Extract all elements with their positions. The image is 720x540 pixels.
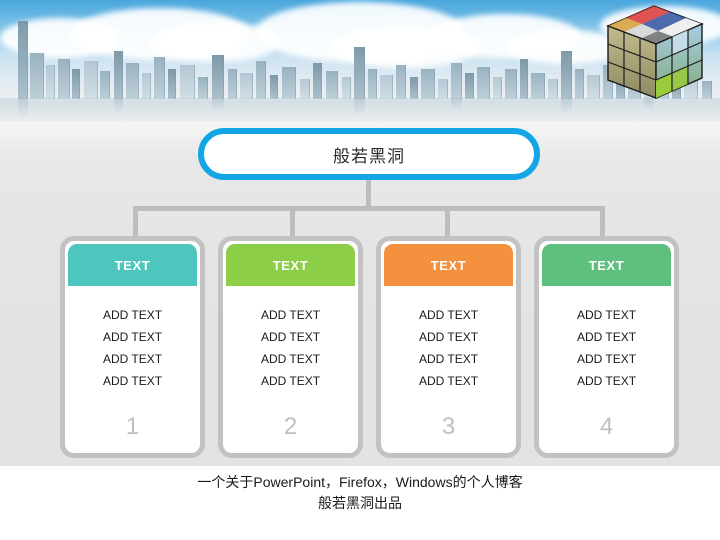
card-2-header: TEXT — [226, 244, 355, 286]
card-3[interactable]: TEXT ADD TEXT ADD TEXT ADD TEXT ADD TEXT… — [376, 236, 521, 458]
footer-line-2: 般若黑洞出品 — [318, 495, 402, 511]
card-4-line-1: ADD TEXT — [576, 308, 637, 322]
card-1-line-3: ADD TEXT — [102, 352, 163, 366]
card-1-line-1: ADD TEXT — [102, 308, 163, 322]
rubiks-cube-icon — [596, 2, 714, 106]
card-3-number: 3 — [441, 413, 456, 440]
card-4[interactable]: TEXT ADD TEXT ADD TEXT ADD TEXT ADD TEXT… — [534, 236, 679, 458]
title-box[interactable]: 般若黑洞 — [198, 128, 540, 180]
connector-horizontal — [133, 206, 605, 211]
card-1-header: TEXT — [68, 244, 197, 286]
card-2-line-1: ADD TEXT — [260, 308, 321, 322]
card-2-body: ADD TEXT ADD TEXT ADD TEXT ADD TEXT — [223, 286, 358, 401]
card-1-line-2: ADD TEXT — [102, 330, 163, 344]
page-title: 般若黑洞 — [333, 146, 405, 166]
card-3-body: ADD TEXT ADD TEXT ADD TEXT ADD TEXT — [381, 286, 516, 401]
slide-canvas: 般若黑洞 TEXT ADD TEXT ADD TEXT ADD TEXT ADD… — [0, 0, 720, 540]
connector-drop-4 — [600, 206, 605, 238]
connector-stem — [366, 180, 371, 208]
card-2-line-4: ADD TEXT — [260, 374, 321, 388]
card-4-header-label: TEXT — [588, 257, 625, 273]
card-1[interactable]: TEXT ADD TEXT ADD TEXT ADD TEXT ADD TEXT… — [60, 236, 205, 458]
card-4-body: ADD TEXT ADD TEXT ADD TEXT ADD TEXT — [539, 286, 674, 401]
card-1-line-4: ADD TEXT — [102, 374, 163, 388]
footer-line-1: 一个关于PowerPoint，Firefox，Windows的个人博客 — [197, 474, 523, 490]
connector-drop-2 — [290, 206, 295, 238]
card-1-body: ADD TEXT ADD TEXT ADD TEXT ADD TEXT — [65, 286, 200, 401]
card-4-line-4: ADD TEXT — [576, 374, 637, 388]
card-3-header: TEXT — [384, 244, 513, 286]
card-3-line-1: ADD TEXT — [418, 308, 479, 322]
card-4-line-3: ADD TEXT — [576, 352, 637, 366]
card-4-number: 4 — [599, 413, 614, 440]
card-2-line-2: ADD TEXT — [260, 330, 321, 344]
connector-drop-1 — [133, 206, 138, 238]
card-4-line-2: ADD TEXT — [576, 330, 637, 344]
card-2-line-3: ADD TEXT — [260, 352, 321, 366]
card-2-header-label: TEXT — [272, 257, 309, 273]
footer: 一个关于PowerPoint，Firefox，Windows的个人博客 般若黑洞… — [0, 472, 720, 514]
card-1-number: 1 — [125, 413, 140, 440]
card-group: TEXT ADD TEXT ADD TEXT ADD TEXT ADD TEXT… — [60, 236, 679, 458]
card-3-header-label: TEXT — [430, 257, 467, 273]
card-3-line-3: ADD TEXT — [418, 352, 479, 366]
card-4-header: TEXT — [542, 244, 671, 286]
connector-drop-3 — [445, 206, 450, 238]
card-2-number: 2 — [283, 413, 298, 440]
card-3-line-4: ADD TEXT — [418, 374, 479, 388]
card-1-header-label: TEXT — [114, 257, 151, 273]
header-image-banner — [0, 0, 720, 122]
card-2[interactable]: TEXT ADD TEXT ADD TEXT ADD TEXT ADD TEXT… — [218, 236, 363, 458]
card-3-line-2: ADD TEXT — [418, 330, 479, 344]
